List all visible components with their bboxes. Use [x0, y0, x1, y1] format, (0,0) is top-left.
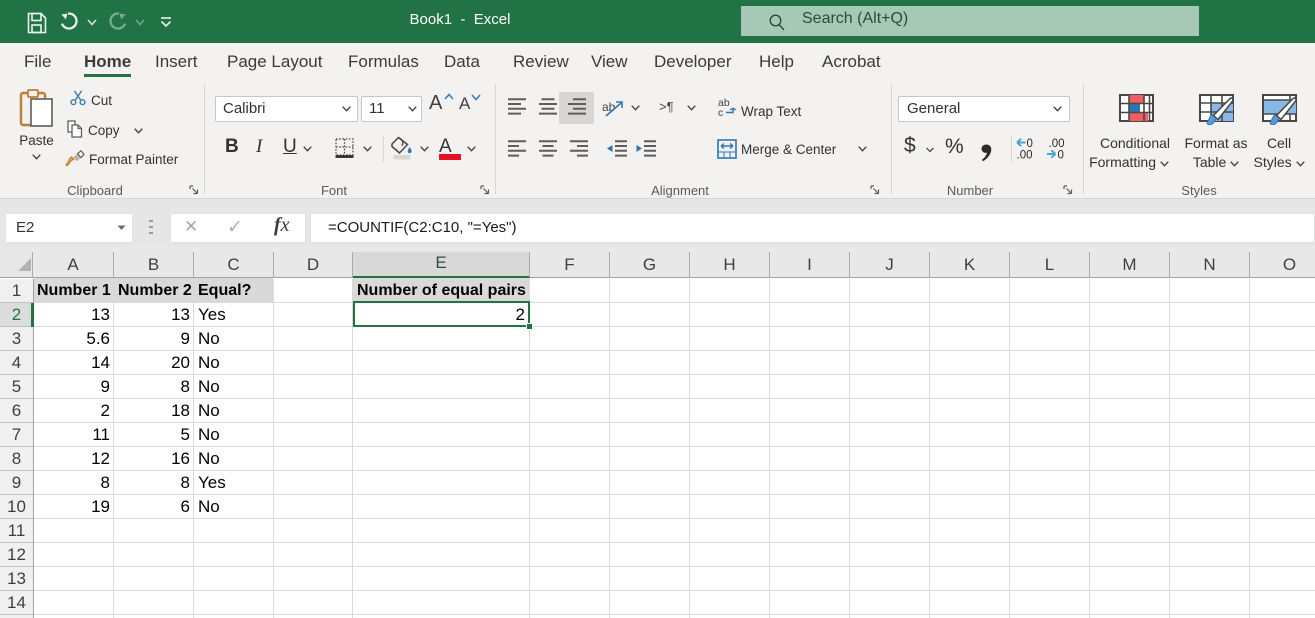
- svg-text:.00: .00: [1017, 150, 1033, 161]
- svg-text:0: 0: [1027, 138, 1033, 150]
- svg-text:ab: ab: [602, 100, 616, 114]
- svg-text:0: 0: [1058, 150, 1064, 161]
- svg-text:.00: .00: [1049, 138, 1065, 150]
- svg-text:c: c: [718, 107, 723, 117]
